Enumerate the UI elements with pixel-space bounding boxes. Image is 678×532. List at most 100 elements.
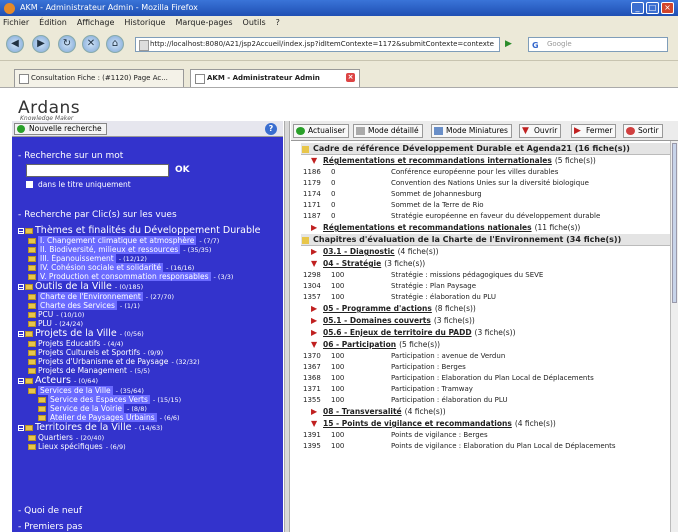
whats-new-link[interactable]: - Quoi de neuf bbox=[18, 506, 82, 516]
record-row[interactable]: 1370 100 Participation : avenue de Verdun bbox=[301, 351, 673, 362]
tree-item[interactable]: Outils de la Ville - (0/185) bbox=[18, 281, 280, 292]
menu-historique[interactable]: Historique bbox=[124, 16, 165, 29]
record-row[interactable]: 1395 100 Points de vigilance : Elaboration… bbox=[301, 441, 673, 452]
category-name[interactable]: 05 - Programme d'actions bbox=[323, 304, 432, 313]
word-search-input[interactable] bbox=[26, 164, 169, 177]
record-row[interactable]: 1304 100 Stratégie : Plan Paysage bbox=[301, 281, 673, 292]
record-row[interactable]: 1371 100 Participation : Tramway bbox=[301, 384, 673, 395]
search-box[interactable]: G Google bbox=[528, 37, 668, 52]
tree-item[interactable]: Services de la Ville - (35/64) bbox=[18, 386, 280, 395]
tree-item[interactable]: Projets de Management - (5/5) bbox=[18, 366, 280, 375]
first-steps-link[interactable]: - Premiers pas bbox=[18, 522, 82, 532]
record-row[interactable]: 1298 100 Stratégie : missions pédagogiques… bbox=[301, 270, 673, 281]
menu-marque-pages[interactable]: Marque-pages bbox=[175, 16, 232, 29]
tree-item[interactable]: II. Biodiversité, milieux et ressources -… bbox=[18, 245, 280, 254]
category-name[interactable]: Réglementations et recommandations natio… bbox=[323, 223, 532, 232]
record-title[interactable]: Stratégie : Plan Paysage bbox=[391, 281, 476, 292]
record-title[interactable]: Stratégie européenne en faveur du dévelo… bbox=[391, 211, 600, 222]
record-row[interactable]: 1187 0 Stratégie européenne en faveur du d… bbox=[301, 211, 673, 222]
expanded-arrow-icon[interactable]: ▼ bbox=[311, 155, 317, 167]
tree-item[interactable]: Territoires de la Ville - (14/63) bbox=[18, 422, 280, 433]
stop-icon[interactable]: ✕ bbox=[82, 35, 100, 53]
minimize-button[interactable]: _ bbox=[631, 2, 644, 14]
new-search-button[interactable]: Nouvelle recherche bbox=[14, 123, 107, 135]
category-name[interactable]: 08 - Transversalité bbox=[323, 407, 402, 416]
menu-outils[interactable]: Outils bbox=[243, 16, 266, 29]
menu-affichage[interactable]: Affichage bbox=[77, 16, 115, 29]
tree-item[interactable]: III. Épanouissement - (12/12) bbox=[18, 254, 280, 263]
back-icon[interactable]: ◀ bbox=[6, 35, 24, 53]
category-row[interactable]: ▶ Réglementations et recommandations nati… bbox=[301, 222, 673, 234]
tree-item[interactable]: I. Changement climatique et atmosphère - … bbox=[18, 236, 280, 245]
scrollbar-thumb[interactable] bbox=[672, 143, 677, 303]
tree-item[interactable]: Charte des Services - (1/1) bbox=[18, 301, 280, 310]
collapse-toggle-icon[interactable] bbox=[18, 227, 24, 234]
category-row[interactable]: ▼ 04 - Stratégie (3 fiche(s)) bbox=[301, 258, 673, 270]
tree-item[interactable]: Projets d'Urbanisme et de Paysage - (32/3… bbox=[18, 357, 280, 366]
group-header[interactable]: Chapitres d'évaluation de la Charte de l… bbox=[301, 234, 673, 246]
record-title[interactable]: Sommet de Johannesburg bbox=[391, 189, 482, 200]
tree-item[interactable]: PLU - (24/24) bbox=[18, 319, 280, 328]
open-button[interactable]: ▼ Ouvrir bbox=[519, 124, 562, 138]
collapse-toggle-icon[interactable] bbox=[18, 330, 24, 337]
category-row[interactable]: ▶ 03.1 - Diagnostic (4 fiche(s)) bbox=[301, 246, 673, 258]
category-row[interactable]: ▼ 06 - Participation (5 fiche(s)) bbox=[301, 339, 673, 351]
record-row[interactable]: 1391 100 Points de vigilance : Berges bbox=[301, 430, 673, 441]
category-name[interactable]: 05.6 - Enjeux de territoire du PADD bbox=[323, 328, 472, 337]
tree-item[interactable]: Charte de l'Environnement - (27/70) bbox=[18, 292, 280, 301]
record-title[interactable]: Convention des Nations Unies sur la dive… bbox=[391, 178, 589, 189]
exit-button[interactable]: Sortir bbox=[623, 124, 663, 138]
record-title[interactable]: Participation : Berges bbox=[391, 362, 466, 373]
record-title[interactable]: Participation : Tramway bbox=[391, 384, 473, 395]
tree-item[interactable]: Service de la Voirie - (8/8) bbox=[18, 404, 280, 413]
category-row[interactable]: ▶ 05 - Programme d'actions (8 fiche(s)) bbox=[301, 303, 673, 315]
tree-item[interactable]: Projets de la Ville - (0/56) bbox=[18, 328, 280, 339]
ok-button[interactable]: OK bbox=[175, 165, 190, 175]
category-name[interactable]: 15 - Points de vigilance et recommandati… bbox=[323, 419, 512, 428]
record-title[interactable]: Stratégie : missions pédagogiques du SEV… bbox=[391, 270, 543, 281]
group-header[interactable]: Cadre de référence Développement Durable… bbox=[301, 143, 673, 155]
close-button[interactable]: ▶ Fermer bbox=[571, 124, 617, 138]
detail-mode-button[interactable]: Mode détaillé bbox=[353, 124, 423, 138]
category-name[interactable]: 03.1 - Diagnostic bbox=[323, 247, 395, 256]
reload-icon[interactable]: ↻ bbox=[58, 35, 76, 53]
title-only-checkbox[interactable] bbox=[26, 181, 33, 188]
url-bar[interactable]: http://localhost:8080/A21/jsp2Accueil/in… bbox=[135, 37, 500, 52]
record-title[interactable]: Sommet de la Terre de Rio bbox=[391, 200, 484, 211]
collapsed-arrow-icon[interactable]: ▶ bbox=[311, 406, 317, 418]
category-row[interactable]: ▶ 05.1 - Domaines couverts (3 fiche(s)) bbox=[301, 315, 673, 327]
tree-item[interactable]: Acteurs - (0/64) bbox=[18, 375, 280, 386]
results-scrollbar[interactable] bbox=[670, 141, 678, 532]
menu-fichier[interactable]: Fichier bbox=[3, 16, 29, 29]
maximize-button[interactable]: □ bbox=[646, 2, 659, 14]
category-row[interactable]: ▼ Réglementations et recommandations inte… bbox=[301, 155, 673, 167]
tree-item[interactable]: IV. Cohésion sociale et solidarité - (16/… bbox=[18, 263, 280, 272]
menu-edition[interactable]: Édition bbox=[39, 16, 67, 29]
record-row[interactable]: 1179 0 Convention des Nations Unies sur la… bbox=[301, 178, 673, 189]
go-icon[interactable]: ▶ bbox=[505, 37, 519, 52]
tree-item[interactable]: Quartiers - (20/40) bbox=[18, 433, 280, 442]
tree-item[interactable]: Service des Espaces Verts - (15/15) bbox=[18, 395, 280, 404]
forward-icon[interactable]: ▶ bbox=[32, 35, 50, 53]
menu-help[interactable]: ? bbox=[276, 16, 280, 29]
tree-item[interactable]: V. Production et consommation responsabl… bbox=[18, 272, 280, 281]
panel-splitter[interactable] bbox=[284, 121, 290, 532]
tree-item[interactable]: Projets Educatifs - (4/4) bbox=[18, 339, 280, 348]
tab-akm[interactable]: AKM - Administrateur Admin × bbox=[190, 69, 360, 87]
collapse-toggle-icon[interactable] bbox=[18, 424, 24, 431]
home-icon[interactable]: ⌂ bbox=[106, 35, 124, 53]
collapsed-arrow-icon[interactable]: ▶ bbox=[311, 222, 317, 234]
collapsed-arrow-icon[interactable]: ▶ bbox=[311, 303, 317, 315]
record-row[interactable]: 1174 0 Sommet de Johannesburg bbox=[301, 189, 673, 200]
record-title[interactable]: Stratégie : élaboration du PLU bbox=[391, 292, 496, 303]
collapsed-arrow-icon[interactable]: ▶ bbox=[311, 246, 317, 258]
record-title[interactable]: Points de vigilance : Elaboration du Pla… bbox=[391, 441, 616, 452]
category-name[interactable]: 05.1 - Domaines couverts bbox=[323, 316, 431, 325]
tree-item[interactable]: PCU - (10/10) bbox=[18, 310, 280, 319]
collapsed-arrow-icon[interactable]: ▶ bbox=[311, 315, 317, 327]
refresh-button[interactable]: Actualiser bbox=[293, 124, 350, 138]
expanded-arrow-icon[interactable]: ▼ bbox=[311, 418, 317, 430]
tab-consultation[interactable]: Consultation Fiche : (#1120) Page Ac... bbox=[14, 69, 184, 87]
category-row[interactable]: ▼ 15 - Points de vigilance et recommandat… bbox=[301, 418, 673, 430]
collapse-toggle-icon[interactable] bbox=[18, 377, 24, 384]
